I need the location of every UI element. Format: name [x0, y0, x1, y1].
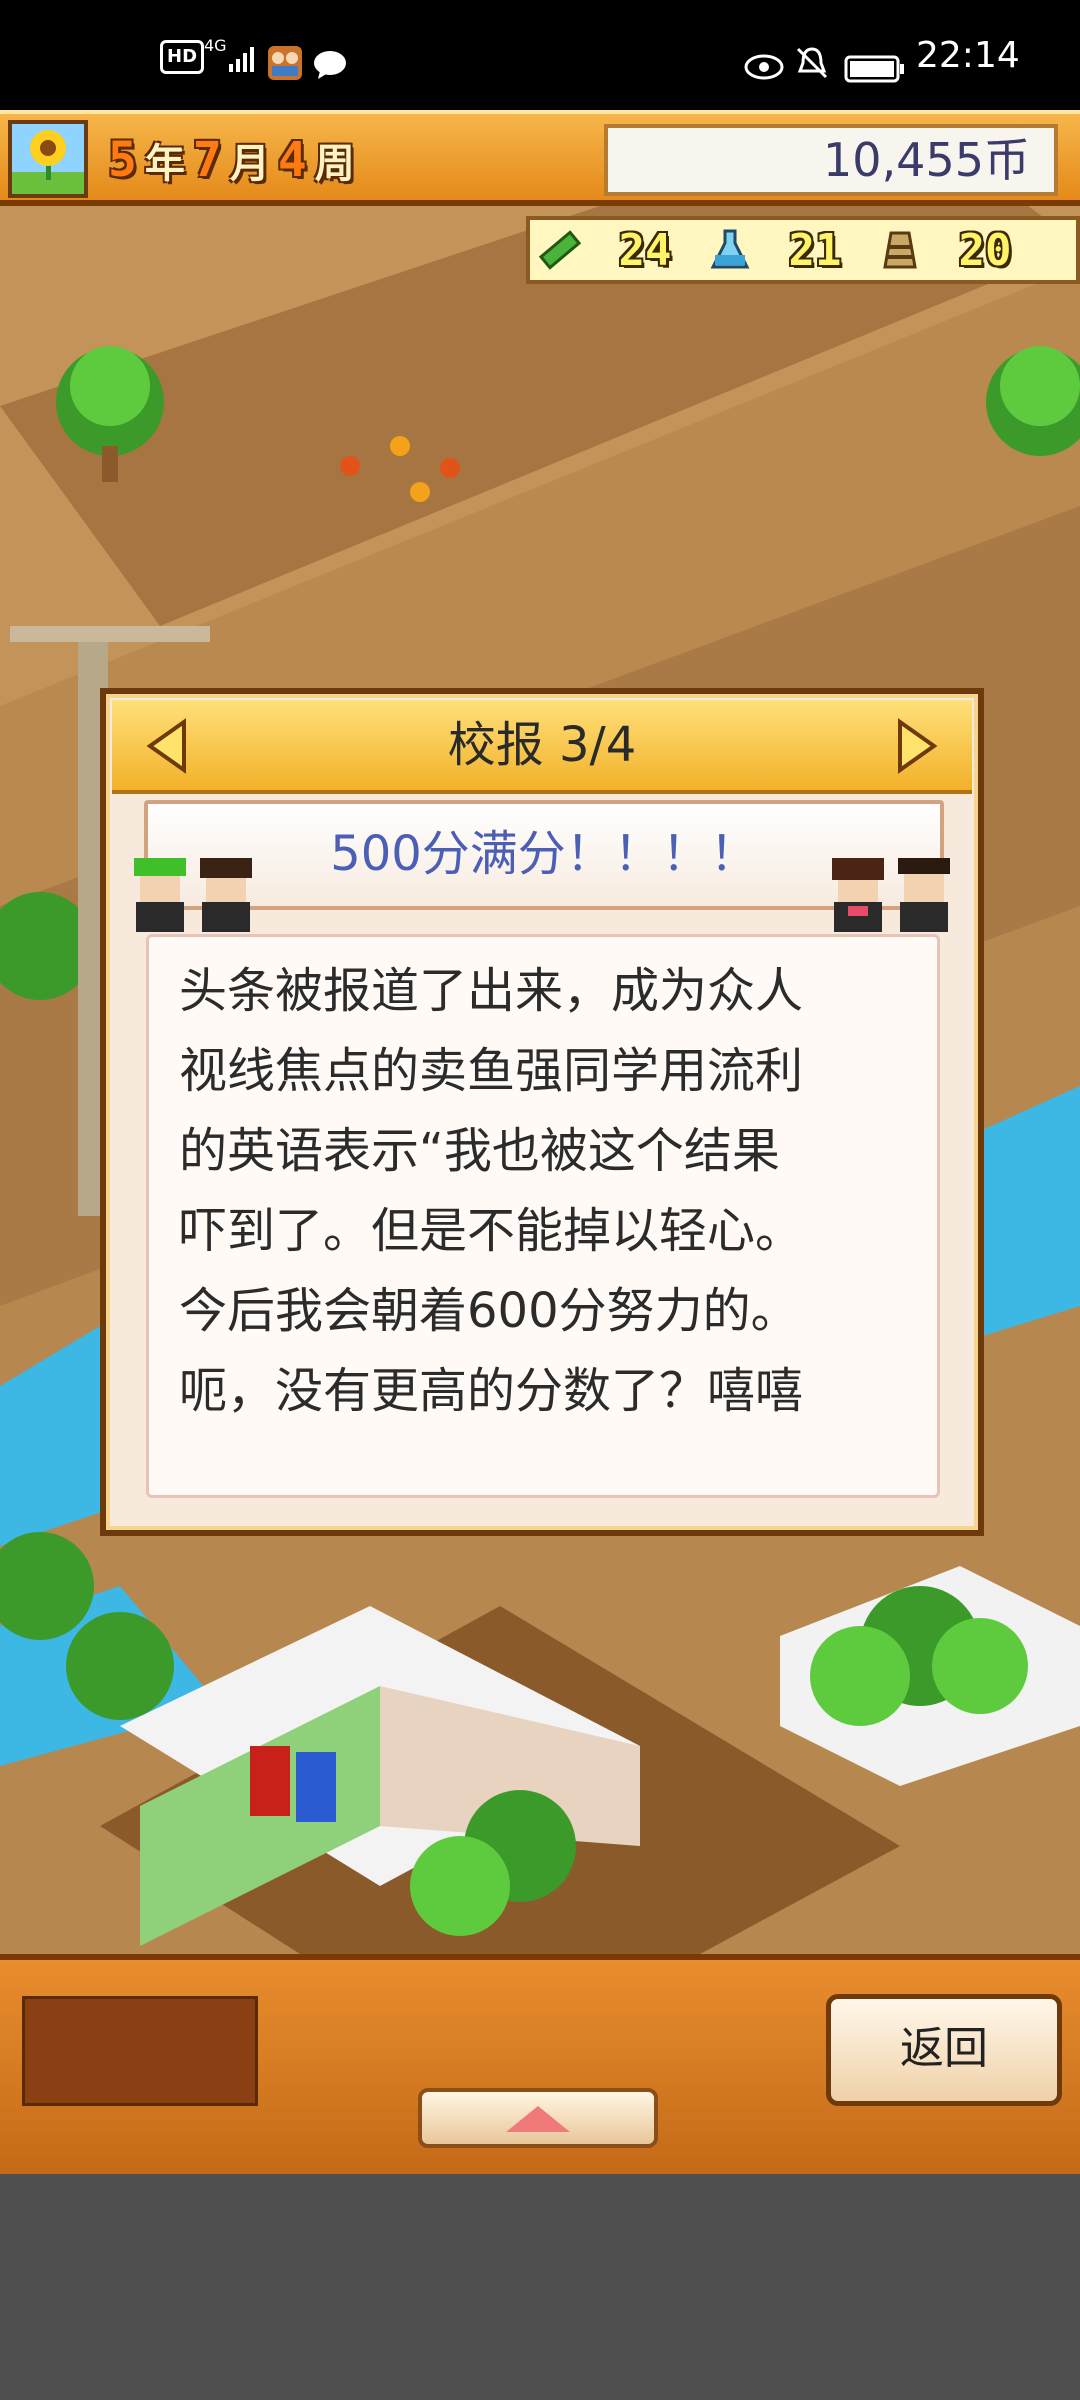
mute-bell-icon: [794, 40, 830, 86]
battery-icon: [844, 46, 906, 92]
money-display: 10,455币: [604, 124, 1058, 196]
signal-icon: 4G: [204, 36, 257, 82]
bottom-panel: 返回: [0, 1954, 1080, 2174]
back-button[interactable]: 返回: [826, 1994, 1062, 2106]
arrow-left-icon: [146, 718, 186, 774]
month-unit: 月: [229, 141, 270, 187]
month-number: 7: [192, 132, 222, 188]
weight-icon: [870, 222, 930, 278]
dialog-title: 校报 3/4: [447, 717, 637, 773]
pencil-icon: [530, 222, 590, 278]
research-points-value: 21: [788, 224, 842, 276]
year-unit: 年: [144, 141, 185, 187]
expand-menu-button[interactable]: [418, 2088, 658, 2148]
resource-counters: 24 21 20: [526, 216, 1080, 284]
student-sprites-left: [126, 854, 276, 934]
sports-points-value: 20: [958, 224, 1012, 276]
prev-page-button[interactable]: [144, 718, 194, 774]
game-date: 5 年 7 月 4 周: [108, 130, 355, 190]
arrow-right-icon: [898, 718, 938, 774]
game-top-bar: 5 年 7 月 4 周 10,455币: [0, 110, 1080, 206]
arrow-up-icon: [506, 2106, 570, 2132]
flask-icon: [700, 222, 760, 278]
article-body-box: 头条被报道了出来，成为众人 视线焦点的卖鱼强同学用流利 的英语表示“我也被这个结…: [146, 934, 940, 1498]
school-newspaper-dialog: 校报 3/4 500分满分！！！！ 头条被报道了出来，成为众人 视线焦点的卖鱼强…: [100, 688, 984, 1536]
empty-info-slot: [22, 1996, 258, 2106]
next-page-button[interactable]: [890, 718, 940, 774]
hd-badge: HD: [160, 40, 205, 74]
eye-icon: [744, 44, 784, 90]
app-notification-icon: [266, 40, 304, 86]
network-label: 4G: [204, 35, 227, 55]
week-number: 4: [277, 132, 307, 188]
study-points-value: 24: [618, 224, 672, 276]
sunflower-icon[interactable]: [8, 120, 88, 198]
year-number: 5: [108, 132, 137, 188]
status-bar: HD 4G 22:14: [0, 0, 1080, 110]
article-body-text: 头条被报道了出来，成为众人 视线焦点的卖鱼强同学用流利 的英语表示“我也被这个结…: [179, 963, 804, 1419]
dialog-header: 校报 3/4: [112, 700, 972, 794]
week-unit: 周: [314, 141, 355, 187]
chat-icon: [312, 42, 348, 88]
clock-time: 22:14: [916, 34, 1020, 76]
student-sprites-right: [824, 854, 974, 934]
